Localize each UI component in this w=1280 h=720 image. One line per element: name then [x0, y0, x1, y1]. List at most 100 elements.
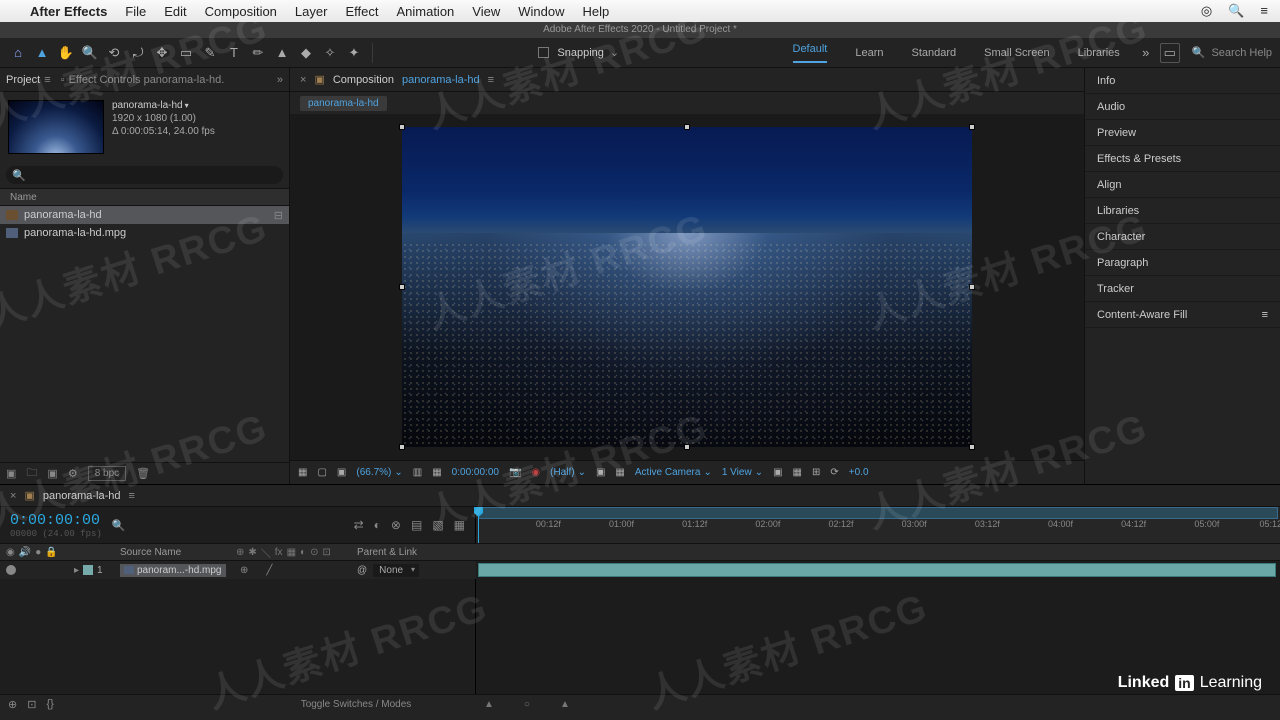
graph-editor-icon[interactable]: ▤ [411, 518, 422, 532]
menu-edit[interactable]: Edit [164, 4, 186, 19]
panel-audio[interactable]: Audio [1085, 94, 1280, 120]
search-help[interactable]: 🔍 Search Help [1192, 46, 1272, 59]
resolution-icon[interactable]: ▥ [413, 467, 422, 478]
frame-blend-icon[interactable]: ◐ [374, 518, 381, 532]
workspace-default[interactable]: Default [793, 43, 828, 63]
close-tab-icon[interactable]: × [10, 490, 16, 502]
video-frame[interactable] [402, 127, 972, 447]
panel-info[interactable]: Info [1085, 68, 1280, 94]
selection-tool-icon[interactable]: ▲ [32, 43, 52, 63]
transparency-icon[interactable]: ▦ [615, 467, 624, 478]
new-comp-icon[interactable]: ▣ [47, 467, 57, 480]
exposure[interactable]: +0.0 [849, 467, 869, 478]
col-source-name[interactable]: Source Name [120, 544, 236, 560]
snapshot-icon[interactable]: 📷 [509, 467, 521, 478]
menu-extras-icon[interactable]: ≡ [1260, 3, 1268, 19]
pen-tool-icon[interactable]: ✎ [200, 43, 220, 63]
project-row-comp[interactable]: panorama-la-hd ⊟ [0, 206, 289, 224]
type-tool-icon[interactable]: T [224, 43, 244, 63]
zoom-slider[interactable]: ○ [524, 699, 530, 710]
clone-tool-icon[interactable]: ▲ [272, 43, 292, 63]
fast-preview-icon[interactable]: ⟳ [830, 467, 838, 478]
panel-effects-presets[interactable]: Effects & Presets [1085, 146, 1280, 172]
project-tab[interactable]: Project≡ [6, 74, 51, 86]
panel-menu-icon[interactable]: ≡ [1262, 309, 1268, 321]
reset-workspace-icon[interactable]: ▭ [1160, 43, 1180, 63]
transform-handle[interactable] [399, 444, 405, 450]
panel-overflow-icon[interactable]: » [277, 74, 283, 86]
tl-footer-icon1[interactable]: ⊕ [8, 698, 17, 711]
snapping-checkbox[interactable] [538, 47, 549, 58]
transform-handle[interactable] [969, 124, 975, 130]
view-opt2-icon[interactable]: ▦ [793, 467, 802, 478]
app-name[interactable]: After Effects [30, 4, 107, 19]
workspace-small-screen[interactable]: Small Screen [984, 47, 1049, 59]
transform-handle[interactable] [684, 124, 690, 130]
panel-tracker[interactable]: Tracker [1085, 276, 1280, 302]
pickwhip-icon[interactable]: @ [357, 565, 367, 576]
menu-file[interactable]: File [125, 4, 146, 19]
project-row-footage[interactable]: panorama-la-hd.mpg [0, 224, 289, 242]
panel-character[interactable]: Character [1085, 224, 1280, 250]
transform-handle[interactable] [684, 444, 690, 450]
timeline-layer-row[interactable]: ▸1 panoram...-hd.mpg ⊕╱ @None [0, 561, 1280, 579]
shy-icon[interactable]: ⇄ [354, 518, 364, 532]
view-dropdown[interactable]: 1 View ⌄ [722, 467, 763, 478]
roto-tool-icon[interactable]: ✧ [320, 43, 340, 63]
bpc-button[interactable]: 8 bpc [88, 466, 126, 481]
view-opt3-icon[interactable]: ⊞ [812, 467, 820, 478]
close-tab-icon[interactable]: × [300, 74, 306, 86]
menu-composition[interactable]: Composition [205, 4, 277, 19]
effect-controls-tab[interactable]: ▫ Effect Controls panorama-la-hd. [61, 74, 225, 86]
eraser-tool-icon[interactable]: ◆ [296, 43, 316, 63]
toggle-switches-modes[interactable]: Toggle Switches / Modes [236, 699, 476, 710]
panel-align[interactable]: Align [1085, 172, 1280, 198]
workspace-overflow-icon[interactable]: » [1136, 43, 1156, 63]
panel-content-aware-fill[interactable]: Content-Aware Fill≡ [1085, 302, 1280, 328]
clip-bar[interactable] [478, 563, 1276, 577]
channel-icon[interactable]: ▢ [317, 467, 326, 478]
settings-icon[interactable]: ⚙ [68, 467, 78, 480]
project-thumbnail[interactable] [8, 100, 104, 154]
transform-handle[interactable] [399, 124, 405, 130]
col-name[interactable]: Name [10, 192, 37, 203]
zoom-dropdown[interactable]: (66.7%) ⌄ [356, 467, 402, 478]
alpha-icon[interactable]: ▦ [298, 467, 307, 478]
anchor-tool-icon[interactable]: ✥ [152, 43, 172, 63]
timeline-ruler[interactable]: 00:12f 01:00f 01:12f 02:00f 02:12f 03:00… [476, 507, 1280, 543]
current-time[interactable]: 0:00:00:00 [452, 467, 499, 478]
zoom-in-icon[interactable]: ▲ [560, 699, 570, 710]
menu-window[interactable]: Window [518, 4, 564, 19]
new-folder-icon[interactable]: 🗀 [26, 464, 37, 483]
composition-viewer[interactable] [290, 114, 1084, 460]
layer-eye-icon[interactable] [6, 565, 16, 575]
mask-icon[interactable]: ▣ [337, 467, 346, 478]
zoom-out-icon[interactable]: ▲ [484, 699, 494, 710]
transform-handle[interactable] [399, 284, 405, 290]
render-icon[interactable]: ▦ [454, 518, 465, 532]
menu-layer[interactable]: Layer [295, 4, 328, 19]
parent-dropdown[interactable]: None [373, 564, 419, 577]
workspace-learn[interactable]: Learn [855, 47, 883, 59]
asset-name[interactable]: panorama-la-hd [112, 100, 215, 111]
grid-icon[interactable]: ▦ [432, 467, 441, 478]
zoom-tool-icon[interactable]: 🔍 [80, 43, 100, 63]
flowchart-icon[interactable]: ⊟ [274, 209, 283, 222]
menu-help[interactable]: Help [582, 4, 609, 19]
roi-icon[interactable]: ▣ [596, 467, 605, 478]
resolution-dropdown[interactable]: (Half) ⌄ [550, 467, 586, 478]
switch-transform-icon[interactable]: ⊕ [240, 565, 248, 576]
panel-menu-icon[interactable]: ≡ [488, 74, 494, 86]
layer-track[interactable] [476, 561, 1280, 579]
transform-handle[interactable] [969, 444, 975, 450]
tl-footer-icon2[interactable]: ⊡ [27, 698, 36, 711]
panel-paragraph[interactable]: Paragraph [1085, 250, 1280, 276]
hand-tool-icon[interactable]: ✋ [56, 43, 76, 63]
orbit-tool-icon[interactable]: ⟲ [104, 43, 124, 63]
view-opt-icon[interactable]: ▣ [773, 467, 782, 478]
transform-handle[interactable] [969, 284, 975, 290]
menu-effect[interactable]: Effect [345, 4, 378, 19]
twirl-icon[interactable]: ▸ [74, 565, 79, 576]
timeline-timecode[interactable]: 0:00:00:00 [10, 512, 102, 529]
trash-icon[interactable]: 🗑 [136, 467, 150, 480]
